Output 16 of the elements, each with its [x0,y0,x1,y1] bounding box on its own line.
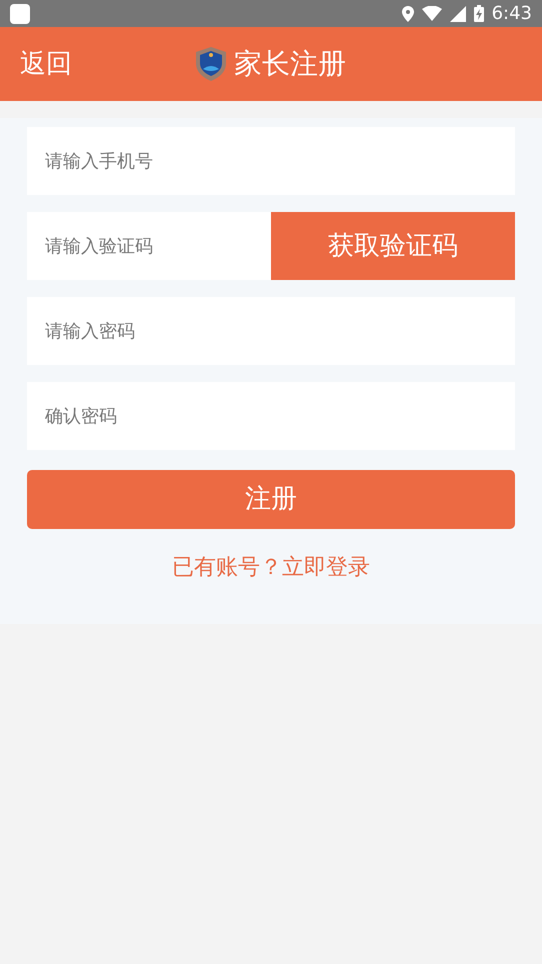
input-field[interactable]: 请输入手机号 [27,127,515,195]
register-button[interactable]: 注册 [27,470,515,529]
shield-logo-icon [196,47,226,81]
input-field[interactable]: 确认密码 [27,382,515,450]
notification-icon [10,4,30,24]
get-code-button[interactable]: 获取验证码 [271,212,515,280]
back-link[interactable]: 返回 [0,44,72,84]
login-link[interactable]: 已有账号？立即登录 [172,555,370,580]
input-field[interactable]: 请输入验证码 [27,212,271,280]
signal-icon [450,6,466,22]
page-title: 家长注册 [234,46,346,82]
clock: 6:43 [492,2,532,26]
location-icon [402,6,414,22]
battery-icon [474,5,484,22]
input-field[interactable]: 请输入密码 [27,297,515,365]
wifi-icon [422,6,442,21]
